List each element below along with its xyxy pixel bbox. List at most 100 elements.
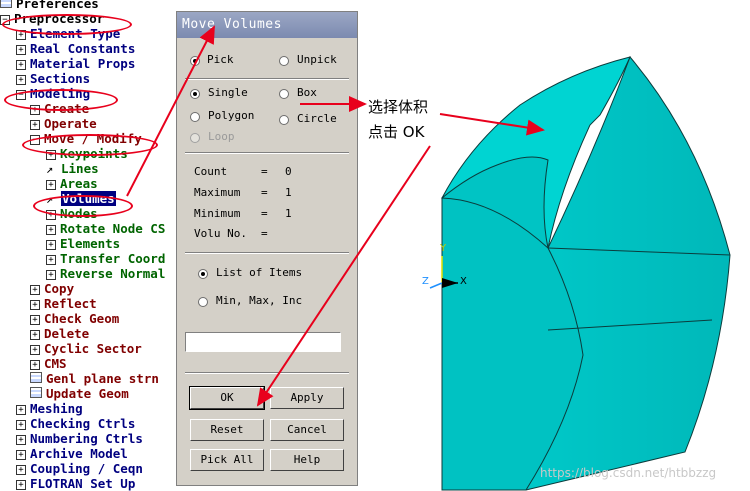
expand-icon[interactable]: +	[46, 225, 56, 235]
highlight-modeling	[4, 89, 118, 111]
tree-item-coupling-ceqn[interactable]: + Coupling / Ceqn	[16, 461, 143, 476]
expand-icon[interactable]: +	[16, 405, 26, 415]
tree-item-copy[interactable]: + Copy	[30, 281, 74, 296]
expand-icon[interactable]: +	[46, 240, 56, 250]
tree-item-label: Operate	[44, 116, 97, 131]
expand-icon[interactable]: +	[16, 45, 26, 55]
maximum-value: 1	[285, 186, 292, 199]
expand-icon[interactable]: +	[16, 465, 26, 475]
expand-icon[interactable]: +	[30, 315, 40, 325]
cancel-button[interactable]: Cancel	[270, 419, 344, 441]
annotation-click-ok: 点击 OK	[368, 123, 425, 141]
unpick-label: Unpick	[297, 53, 337, 66]
expand-icon[interactable]: +	[16, 450, 26, 460]
expand-icon[interactable]: +	[16, 60, 26, 70]
tree-item-genl-plane-strn[interactable]: Genl plane strn	[30, 371, 159, 386]
tree-item-numbering-ctrls[interactable]: + Numbering Ctrls	[16, 431, 143, 446]
tree-item-rotate-node-cs[interactable]: + Rotate Node CS	[46, 221, 165, 236]
highlight-move-modify	[22, 134, 158, 156]
tree-item-real-constants[interactable]: + Real Constants	[16, 41, 135, 56]
expand-icon[interactable]: +	[30, 300, 40, 310]
unpick-radio[interactable]	[279, 56, 289, 66]
axis-z-label: Z	[422, 276, 429, 287]
tree-item-material-props[interactable]: + Material Props	[16, 56, 135, 71]
separator	[185, 78, 349, 80]
tree-item-preferences[interactable]: Preferences	[0, 0, 99, 11]
tree-item-areas[interactable]: + Areas	[46, 176, 98, 191]
tree-item-checking-ctrls[interactable]: + Checking Ctrls	[16, 416, 135, 431]
tree-item-label: Checking Ctrls	[30, 416, 136, 431]
ok-button[interactable]: OK	[189, 386, 265, 410]
tree-item-reflect[interactable]: + Reflect	[30, 296, 97, 311]
list-of-items-radio[interactable]	[198, 269, 208, 279]
tree-item-lines[interactable]: ↗ Lines	[46, 161, 99, 176]
dialog-icon	[30, 387, 42, 398]
tree-item-flotran-set-up[interactable]: + FLOTRAN Set Up	[16, 476, 135, 491]
expand-icon[interactable]: +	[46, 255, 56, 265]
tree-item-archive-model[interactable]: + Archive Model	[16, 446, 128, 461]
min-max-inc-label: Min, Max, Inc	[216, 294, 303, 307]
polygon-label: Polygon	[208, 109, 255, 122]
tree-item-meshing[interactable]: + Meshing	[16, 401, 83, 416]
tree-item-operate[interactable]: + Operate	[30, 116, 97, 131]
loop-label: Loop	[208, 130, 235, 143]
tree-item-label: CMS	[44, 356, 67, 371]
expand-icon[interactable]: +	[16, 480, 26, 490]
expand-icon[interactable]: +	[30, 285, 40, 295]
box-label: Box	[297, 86, 317, 99]
pick-radio[interactable]	[190, 56, 200, 66]
watermark: https://blog.csdn.net/htbbzzg	[540, 466, 717, 480]
circle-radio[interactable]	[279, 115, 289, 125]
tree-item-label: Genl plane strn	[46, 371, 159, 386]
expand-icon[interactable]: +	[46, 270, 56, 280]
expand-icon[interactable]: +	[30, 120, 40, 130]
tree-item-delete[interactable]: + Delete	[30, 326, 89, 341]
expand-icon[interactable]: +	[46, 180, 56, 190]
tree-item-label: Copy	[44, 281, 75, 296]
expand-icon[interactable]: +	[16, 435, 26, 445]
main-menu-tree: Preferences − Preprocessor + Element Type + Re…	[0, 0, 178, 491]
count-value: 0	[285, 165, 292, 178]
circle-label: Circle	[297, 112, 337, 125]
dialog-title[interactable]: Move Volumes	[177, 12, 357, 38]
pick-arrow-icon: ↗	[46, 162, 54, 176]
tree-item-label: Lines	[61, 161, 99, 176]
tree-item-update-geom[interactable]: Update Geom	[30, 386, 129, 401]
volume-model-view[interactable]	[360, 0, 750, 491]
min-max-inc-radio[interactable]	[198, 297, 208, 307]
polygon-radio[interactable]	[190, 112, 200, 122]
tree-item-sections[interactable]: + Sections	[16, 71, 90, 86]
expand-icon[interactable]: +	[16, 75, 26, 85]
tree-item-reverse-normal[interactable]: + Reverse Normal	[46, 266, 165, 281]
expand-icon[interactable]: +	[30, 360, 40, 370]
tree-item-elements[interactable]: + Elements	[46, 236, 120, 251]
list-of-items-label: List of Items	[216, 266, 303, 279]
tree-item-label: Areas	[60, 176, 98, 191]
expand-icon[interactable]: +	[30, 330, 40, 340]
expand-icon[interactable]: +	[30, 345, 40, 355]
help-button[interactable]: Help	[270, 449, 344, 471]
apply-button[interactable]: Apply	[270, 387, 344, 409]
expand-icon[interactable]: +	[16, 420, 26, 430]
maximum-label: Maximum	[194, 186, 241, 199]
reset-button[interactable]: Reset	[190, 419, 264, 441]
separator	[185, 372, 349, 374]
minimum-value: 1	[285, 207, 292, 220]
tree-item-label: Check Geom	[44, 311, 120, 326]
tree-item-check-geom[interactable]: + Check Geom	[30, 311, 119, 326]
minimum-label: Minimum	[194, 207, 241, 220]
item-entry-field[interactable]	[185, 332, 341, 352]
volu-no-label: Volu No.	[194, 227, 247, 240]
tree-item-cms[interactable]: + CMS	[30, 356, 67, 371]
tree-item-cyclic-sector[interactable]: + Cyclic Sector	[30, 341, 142, 356]
tree-item-label: Transfer Coord	[60, 251, 166, 266]
single-radio[interactable]	[190, 89, 200, 99]
tree-item-label: Rotate Node CS	[60, 221, 166, 236]
box-radio[interactable]	[279, 89, 289, 99]
tree-item-label: Sections	[30, 71, 91, 86]
pick-all-button[interactable]: Pick All	[190, 449, 264, 471]
loop-radio	[190, 133, 200, 143]
axis-y-label: Y	[440, 243, 447, 254]
tree-item-transfer-coord[interactable]: + Transfer Coord	[46, 251, 165, 266]
annotation-select-volume: 选择体积	[368, 98, 429, 116]
